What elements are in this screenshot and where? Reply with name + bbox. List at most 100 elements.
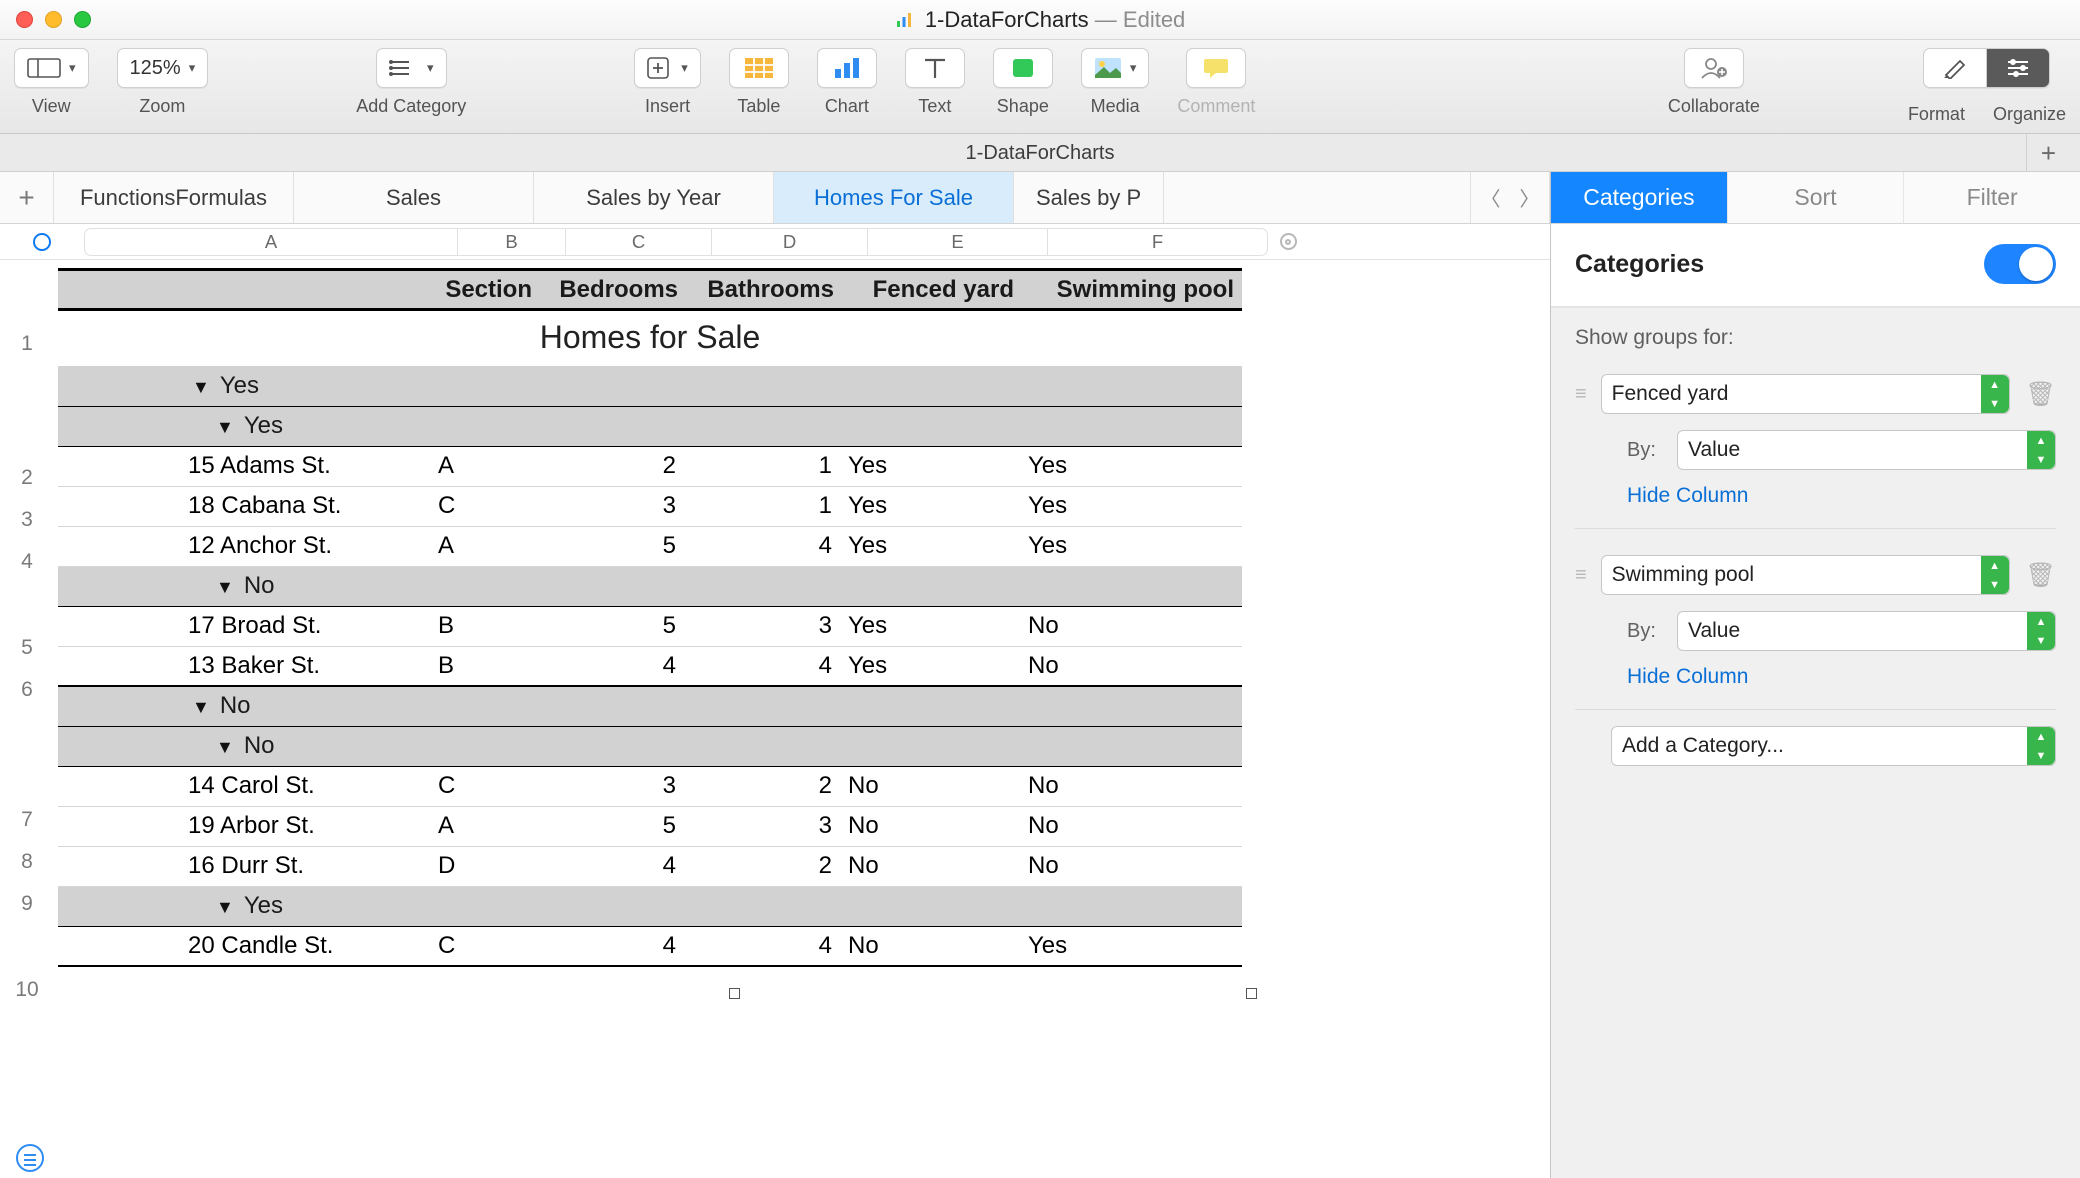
cell[interactable]: 3 bbox=[540, 766, 686, 806]
cell[interactable]: 4 bbox=[540, 646, 686, 686]
cell[interactable]: 3 bbox=[686, 806, 842, 846]
cell[interactable]: Yes bbox=[842, 646, 1022, 686]
cell[interactable]: Yes bbox=[1022, 926, 1242, 966]
cell[interactable]: 4 bbox=[686, 926, 842, 966]
cell[interactable]: 20 Candle St. bbox=[182, 926, 432, 966]
group-column-select[interactable]: Fenced yard▲▼ bbox=[1601, 374, 2010, 414]
sheet-tab[interactable]: Homes For Sale bbox=[774, 172, 1014, 223]
table-select-handle[interactable] bbox=[33, 233, 51, 251]
drag-handle-icon[interactable]: ≡ bbox=[1575, 389, 1585, 399]
cell[interactable]: 4 bbox=[686, 526, 842, 566]
cell[interactable]: 13 Baker St. bbox=[182, 646, 432, 686]
add-sheet-button-right[interactable]: + bbox=[2026, 134, 2070, 171]
cell[interactable]: C bbox=[432, 926, 540, 966]
spreadsheet-canvas[interactable]: 12345678910 Homes for Sale SectionBedroo… bbox=[0, 260, 1550, 1178]
sheet-tab[interactable]: Sales by P bbox=[1014, 172, 1164, 223]
add-column-handle[interactable] bbox=[1280, 233, 1297, 250]
cell[interactable]: No bbox=[842, 766, 1022, 806]
row-number[interactable]: 2 bbox=[0, 466, 54, 490]
group-row[interactable]: ▼No bbox=[182, 566, 1242, 606]
cell[interactable]: No bbox=[1022, 606, 1242, 646]
cell[interactable]: 5 bbox=[540, 806, 686, 846]
table-header-cell[interactable]: Bathrooms bbox=[686, 270, 842, 310]
cell[interactable]: C bbox=[432, 766, 540, 806]
cell[interactable]: A bbox=[432, 526, 540, 566]
drag-handle-icon[interactable]: ≡ bbox=[1575, 570, 1585, 580]
cell[interactable] bbox=[58, 806, 182, 846]
group-row[interactable]: ▼Yes bbox=[182, 886, 1242, 926]
cell[interactable]: 3 bbox=[540, 486, 686, 526]
group-column-select[interactable]: Swimming pool▲▼ bbox=[1601, 555, 2010, 595]
cell[interactable]: No bbox=[1022, 646, 1242, 686]
shape-button[interactable] bbox=[993, 48, 1053, 88]
cell[interactable]: No bbox=[842, 926, 1022, 966]
cell[interactable]: B bbox=[432, 606, 540, 646]
add-sheet-button-left[interactable]: + bbox=[0, 172, 54, 223]
cell[interactable]: 3 bbox=[686, 606, 842, 646]
row-number[interactable]: 8 bbox=[0, 850, 54, 874]
column-letter[interactable]: B bbox=[458, 228, 566, 256]
chart-button[interactable] bbox=[817, 48, 877, 88]
column-letter[interactable]: D bbox=[712, 228, 868, 256]
column-letter[interactable]: A bbox=[84, 228, 458, 256]
cell[interactable]: 15 Adams St. bbox=[182, 446, 432, 486]
cell[interactable]: 5 bbox=[540, 606, 686, 646]
cell[interactable] bbox=[58, 646, 182, 686]
zoom-button[interactable]: 125%▾ bbox=[117, 48, 209, 88]
cell[interactable]: 2 bbox=[686, 846, 842, 886]
cell[interactable]: Yes bbox=[842, 446, 1022, 486]
table-header-cell[interactable]: Section bbox=[432, 270, 540, 310]
cell[interactable] bbox=[58, 446, 182, 486]
cell[interactable]: 4 bbox=[540, 846, 686, 886]
row-number[interactable]: 6 bbox=[0, 678, 54, 702]
selection-handle[interactable] bbox=[1246, 988, 1257, 999]
cell[interactable] bbox=[58, 606, 182, 646]
column-letter[interactable]: E bbox=[868, 228, 1048, 256]
group-row[interactable]: ▼Yes bbox=[182, 406, 1242, 446]
table-header-cell[interactable]: Fenced yard bbox=[842, 270, 1022, 310]
media-button[interactable]: ▾ bbox=[1081, 48, 1150, 88]
cell[interactable]: A bbox=[432, 446, 540, 486]
view-button[interactable]: ▾ bbox=[14, 48, 89, 88]
cell[interactable]: 18 Cabana St. bbox=[182, 486, 432, 526]
minimize-window-icon[interactable] bbox=[45, 11, 62, 28]
hide-column-link[interactable]: Hide Column bbox=[1575, 484, 2056, 508]
cell[interactable]: 19 Arbor St. bbox=[182, 806, 432, 846]
cell[interactable]: Yes bbox=[1022, 446, 1242, 486]
row-number[interactable]: 7 bbox=[0, 808, 54, 832]
tab-scroll-back[interactable]: 〈 bbox=[1470, 172, 1510, 223]
cell[interactable]: B bbox=[432, 646, 540, 686]
group-row[interactable]: ▼Yes bbox=[182, 366, 1242, 406]
cell[interactable]: 4 bbox=[540, 926, 686, 966]
trash-icon[interactable]: 🗑 bbox=[2026, 561, 2056, 590]
cell[interactable]: Yes bbox=[842, 606, 1022, 646]
cell[interactable]: Yes bbox=[1022, 486, 1242, 526]
cell[interactable]: 4 bbox=[686, 646, 842, 686]
panel-tab[interactable]: Categories bbox=[1551, 172, 1728, 224]
cell[interactable]: 1 bbox=[686, 446, 842, 486]
cell[interactable]: Yes bbox=[842, 486, 1022, 526]
cell[interactable]: 2 bbox=[686, 766, 842, 806]
row-number[interactable]: 4 bbox=[0, 550, 54, 574]
row-number[interactable]: 1 bbox=[0, 332, 54, 356]
cell[interactable]: C bbox=[432, 486, 540, 526]
cell[interactable]: 14 Carol St. bbox=[182, 766, 432, 806]
collaborate-button[interactable] bbox=[1684, 48, 1744, 88]
cell[interactable]: No bbox=[842, 846, 1022, 886]
hide-column-link[interactable]: Hide Column bbox=[1575, 665, 2056, 689]
group-by-select[interactable]: Value▲▼ bbox=[1677, 430, 2056, 470]
group-row[interactable]: ▼No bbox=[182, 726, 1242, 766]
cell[interactable]: Yes bbox=[1022, 526, 1242, 566]
cell[interactable]: 2 bbox=[540, 446, 686, 486]
cell[interactable]: No bbox=[1022, 846, 1242, 886]
panel-tab[interactable]: Sort bbox=[1728, 172, 1905, 224]
cell[interactable] bbox=[58, 766, 182, 806]
cell[interactable]: A bbox=[432, 806, 540, 846]
add-category-select[interactable]: Add a Category... ▲▼ bbox=[1611, 726, 2056, 766]
cell[interactable] bbox=[58, 846, 182, 886]
organize-button[interactable] bbox=[1986, 48, 2050, 88]
row-number[interactable]: 9 bbox=[0, 892, 54, 916]
comment-button[interactable] bbox=[1186, 48, 1246, 88]
insert-button[interactable]: ▾ bbox=[634, 48, 701, 88]
selection-handle[interactable] bbox=[729, 988, 740, 999]
